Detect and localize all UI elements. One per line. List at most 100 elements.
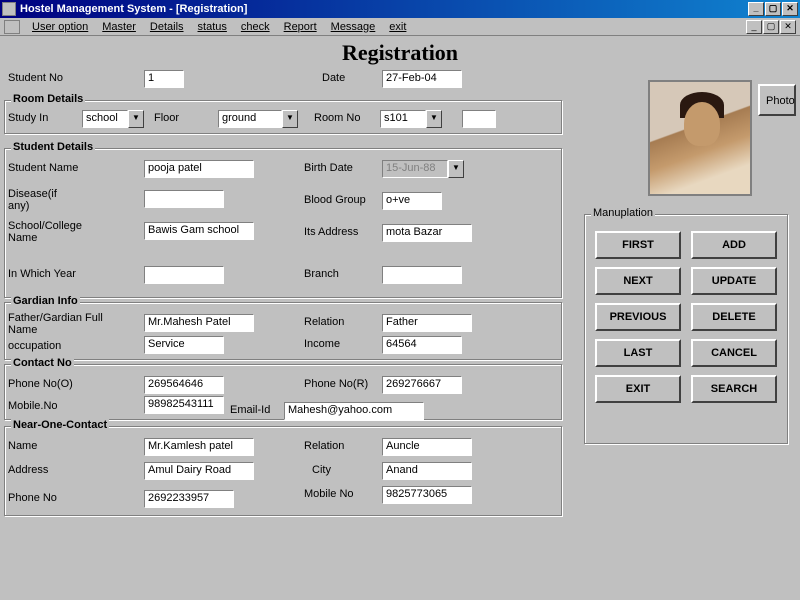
first-button[interactable]: FIRST (595, 231, 681, 259)
app-icon (2, 2, 16, 16)
chevron-down-icon: ▼ (282, 110, 298, 128)
label-blood-group: Blood Group (304, 194, 366, 206)
label-phone-r: Phone No(R) (304, 378, 368, 390)
its-address-input[interactable]: mota Bazar (382, 224, 472, 242)
label-its-address: Its Address (304, 226, 358, 238)
student-photo (648, 80, 752, 196)
label-school-college: School/College Name (8, 220, 98, 244)
client-area: Registration Photo Student No 1 Date 27-… (0, 36, 800, 600)
near-one-label: Near-One-Contact (11, 419, 109, 431)
label-mobile-no: Mobile.No (8, 400, 58, 412)
near-address-input[interactable]: Amul Dairy Road (144, 462, 254, 480)
label-occupation: occupation (8, 340, 61, 352)
maximize-button[interactable]: ▢ (765, 2, 781, 16)
student-no-input[interactable]: 1 (144, 70, 184, 88)
near-mobile-input[interactable]: 9825773065 (382, 486, 472, 504)
contact-no-group: Contact No (4, 364, 562, 420)
update-button[interactable]: UPDATE (691, 267, 777, 295)
label-near-name: Name (8, 440, 37, 452)
label-date: Date (322, 72, 345, 84)
mobile-input[interactable]: 98982543111 (144, 396, 224, 414)
mdi-maximize-button[interactable]: ▢ (763, 20, 779, 34)
chevron-down-icon: ▼ (448, 160, 464, 178)
menu-status[interactable]: status (192, 20, 233, 34)
menu-exit[interactable]: exit (383, 20, 412, 34)
menu-master[interactable]: Master (96, 20, 142, 34)
school-input[interactable]: Bawis Gam school (144, 222, 254, 240)
label-near-relation: Relation (304, 440, 344, 452)
room-details-label: Room Details (11, 93, 85, 105)
near-phone-input[interactable]: 2692233957 (144, 490, 234, 508)
near-name-input[interactable]: Mr.Kamlesh patel (144, 438, 254, 456)
mdi-icon (4, 20, 20, 34)
cancel-button[interactable]: CANCEL (691, 339, 777, 367)
close-button[interactable]: ✕ (782, 2, 798, 16)
year-input[interactable] (144, 266, 224, 284)
guardian-info-label: Gardian Info (11, 295, 80, 307)
label-guardian-name: Father/Gardian Full Name (8, 312, 118, 336)
room-extra-input[interactable] (462, 110, 496, 128)
label-in-which-year: In Which Year (8, 268, 76, 280)
student-name-input[interactable]: pooja patel (144, 160, 254, 178)
previous-button[interactable]: PREVIOUS (595, 303, 681, 331)
manipulation-label: Manuplation (591, 207, 655, 219)
label-floor: Floor (154, 112, 179, 124)
label-student-no: Student No (8, 72, 63, 84)
occupation-input[interactable]: Service (144, 336, 224, 354)
study-in-combo[interactable]: school▼ (82, 110, 144, 128)
email-input[interactable]: Mahesh@yahoo.com (284, 402, 424, 420)
label-birth-date: Birth Date (304, 162, 353, 174)
label-branch: Branch (304, 268, 339, 280)
chevron-down-icon: ▼ (426, 110, 442, 128)
label-room-no: Room No (314, 112, 360, 124)
window-title: Hostel Management System - [Registration… (20, 3, 748, 15)
menu-bar: User option Master Details status check … (0, 18, 800, 36)
menu-details[interactable]: Details (144, 20, 190, 34)
disease-input[interactable] (144, 190, 224, 208)
add-button[interactable]: ADD (691, 231, 777, 259)
contact-no-label: Contact No (11, 357, 74, 369)
near-relation-input[interactable]: Auncle (382, 438, 472, 456)
search-button[interactable]: SEARCH (691, 375, 777, 403)
guardian-name-input[interactable]: Mr.Mahesh Patel (144, 314, 254, 332)
label-near-phone: Phone No (8, 492, 57, 504)
label-email: Email-Id (230, 404, 270, 416)
near-one-contact-group: Near-One-Contact (4, 426, 562, 516)
mdi-close-button[interactable]: ✕ (780, 20, 796, 34)
menu-check[interactable]: check (235, 20, 276, 34)
date-input[interactable]: 27-Feb-04 (382, 70, 462, 88)
student-details-label: Student Details (11, 141, 95, 153)
room-no-combo[interactable]: s101▼ (380, 110, 442, 128)
relation-input[interactable]: Father (382, 314, 472, 332)
delete-button[interactable]: DELETE (691, 303, 777, 331)
last-button[interactable]: LAST (595, 339, 681, 367)
minimize-button[interactable]: _ (748, 2, 764, 16)
title-bar: Hostel Management System - [Registration… (0, 0, 800, 18)
label-student-name: Student Name (8, 162, 78, 174)
near-city-input[interactable]: Anand (382, 462, 472, 480)
label-near-address: Address (8, 464, 48, 476)
mdi-minimize-button[interactable]: _ (746, 20, 762, 34)
exit-button[interactable]: EXIT (595, 375, 681, 403)
label-phone-o: Phone No(O) (8, 378, 73, 390)
label-income: Income (304, 338, 340, 350)
phone-r-input[interactable]: 269276667 (382, 376, 462, 394)
menu-message[interactable]: Message (325, 20, 382, 34)
label-near-mobile: Mobile No (304, 488, 354, 500)
floor-combo[interactable]: ground▼ (218, 110, 298, 128)
photo-button[interactable]: Photo (758, 84, 796, 116)
label-disease: Disease(if any) (8, 188, 78, 212)
blood-group-input[interactable]: o+ve (382, 192, 442, 210)
phone-o-input[interactable]: 269564646 (144, 376, 224, 394)
page-title: Registration (0, 36, 800, 72)
birth-date-combo[interactable]: 15-Jun-88▼ (382, 160, 464, 178)
chevron-down-icon: ▼ (128, 110, 144, 128)
label-relation: Relation (304, 316, 344, 328)
next-button[interactable]: NEXT (595, 267, 681, 295)
menu-user-option[interactable]: User option (26, 20, 94, 34)
label-study-in: Study In (8, 112, 48, 124)
income-input[interactable]: 64564 (382, 336, 462, 354)
manipulation-group: Manuplation FIRST ADD NEXT UPDATE PREVIO… (584, 214, 788, 444)
menu-report[interactable]: Report (278, 20, 323, 34)
branch-input[interactable] (382, 266, 462, 284)
